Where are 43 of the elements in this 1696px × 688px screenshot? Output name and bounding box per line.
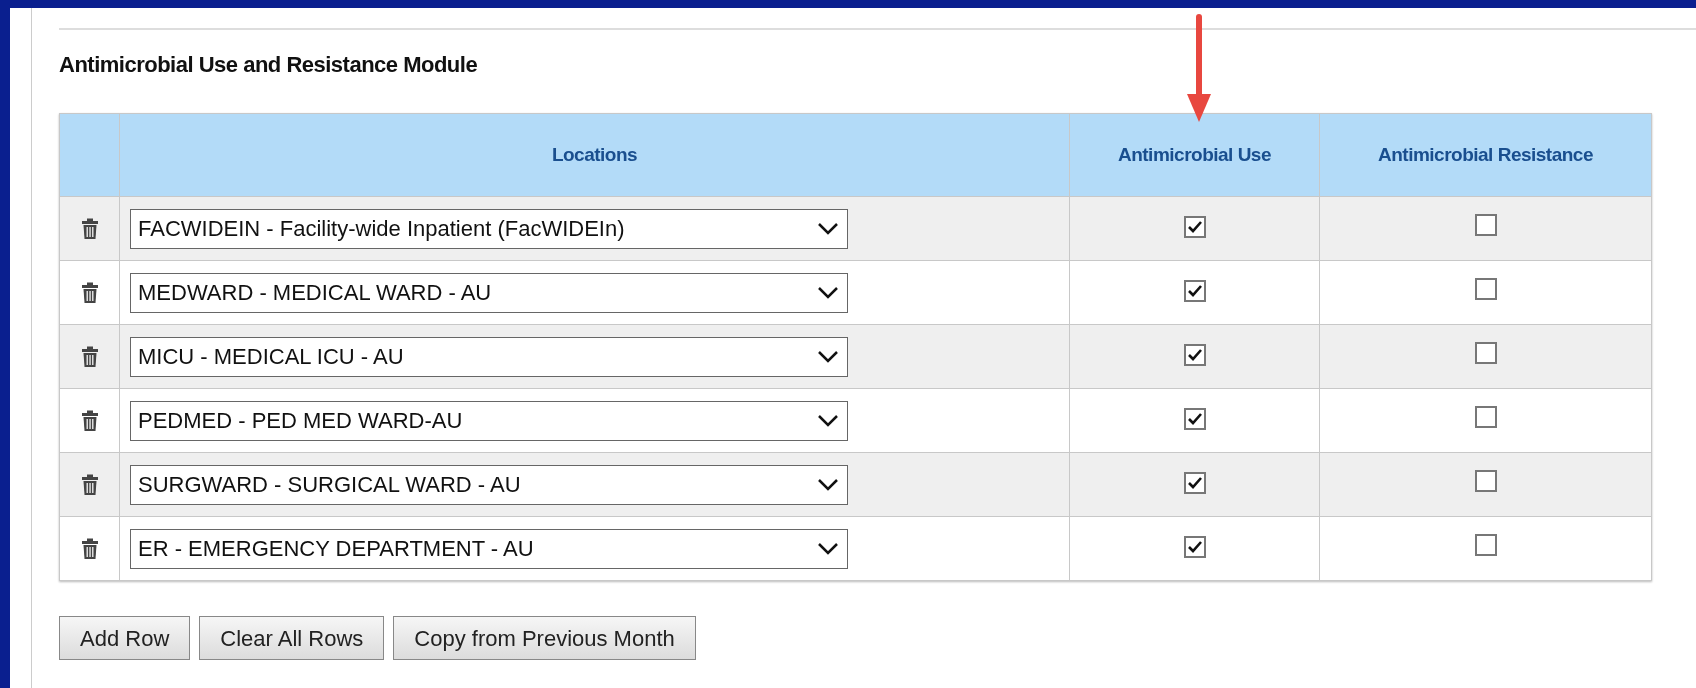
checkbox[interactable] — [1474, 470, 1497, 492]
select-value: MICU - MEDICAL ICU - AU — [138, 343, 404, 371]
trash-icon[interactable] — [80, 409, 99, 432]
checkbox[interactable] — [1183, 535, 1206, 558]
chevron-down-icon — [817, 477, 839, 492]
location-select[interactable]: PEDMED - PED MED WARD-AU — [130, 400, 848, 441]
location-select[interactable]: ER - EMERGENCY DEPARTMENT - AU — [130, 528, 848, 569]
column-header: Locations — [119, 113, 1070, 197]
section-title: Antimicrobial Use and Resistance Module — [59, 51, 479, 79]
checkbox[interactable] — [1474, 214, 1497, 236]
select-value: MEDWARD - MEDICAL WARD - AU — [138, 279, 492, 307]
select-value: FACWIDEIN - Facility-wide Inpatient (FacWIDEIn) — [138, 215, 625, 243]
action-button[interactable]: Copy from Previous Month — [393, 616, 696, 660]
location-select[interactable]: MICU - MEDICAL ICU - AU — [130, 336, 848, 377]
checkbox[interactable] — [1183, 407, 1206, 430]
checkbox[interactable] — [1474, 406, 1497, 428]
trash-icon[interactable] — [80, 473, 99, 496]
location-select[interactable]: MEDWARD - MEDICAL WARD - AU — [130, 272, 848, 313]
action-button[interactable]: Clear All Rows — [199, 616, 385, 660]
select-value: SURGWARD - SURGICAL WARD - AU — [138, 471, 521, 499]
checkbox[interactable] — [1474, 342, 1497, 364]
checkbox[interactable] — [1474, 278, 1497, 300]
location-select[interactable]: FACWIDEIN - Facility-wide Inpatient (FacWIDEIn) — [130, 208, 848, 249]
select-value: ER - EMERGENCY DEPARTMENT - AU — [138, 535, 534, 563]
chevron-down-icon — [817, 541, 839, 556]
chevron-down-icon — [817, 413, 839, 428]
trash-icon[interactable] — [80, 345, 99, 368]
action-button[interactable]: Add Row — [59, 616, 191, 660]
location-select[interactable]: SURGWARD - SURGICAL WARD - AU — [130, 464, 848, 505]
chevron-down-icon — [817, 349, 839, 364]
chevron-down-icon — [817, 285, 839, 300]
column-header: Antimicrobial Use — [1069, 113, 1320, 197]
checkbox[interactable] — [1183, 471, 1206, 494]
checkbox[interactable] — [1183, 279, 1206, 302]
chevron-down-icon — [817, 221, 839, 236]
trash-icon[interactable] — [80, 537, 99, 560]
column-header: Antimicrobial Resistance — [1319, 113, 1652, 197]
select-value: PEDMED - PED MED WARD-AU — [138, 407, 463, 435]
checkbox[interactable] — [1183, 343, 1206, 366]
checkbox[interactable] — [1474, 534, 1497, 556]
checkbox[interactable] — [1183, 215, 1206, 238]
trash-icon[interactable] — [80, 217, 99, 240]
trash-icon[interactable] — [80, 281, 99, 304]
